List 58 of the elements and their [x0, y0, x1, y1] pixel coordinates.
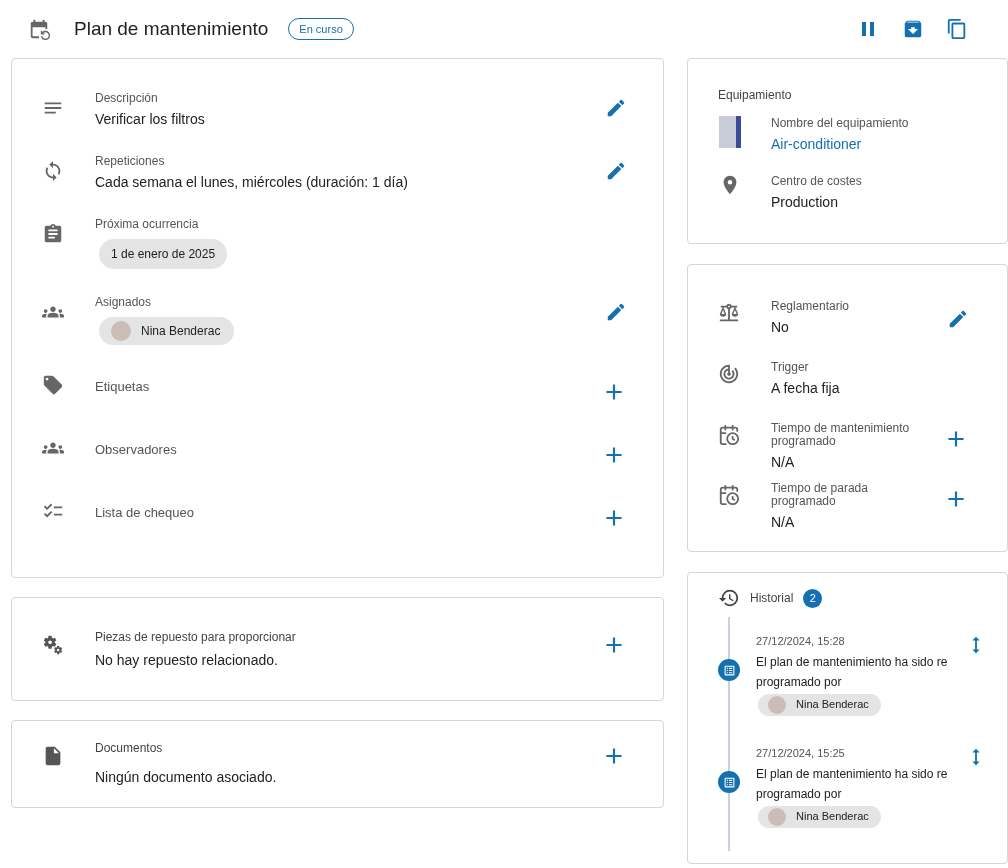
clipboard-icon — [42, 223, 64, 245]
field-label: Observadores — [95, 441, 178, 459]
history-text: El plan de mantenimiento ha sido reprogramado por — [756, 765, 949, 803]
avatar — [768, 695, 786, 714]
pencil-icon — [605, 301, 627, 323]
avatar — [768, 807, 786, 826]
section-label: Documentos — [95, 740, 164, 757]
section-value: No hay repuesto relacionado. — [95, 651, 279, 670]
scale-icon — [718, 302, 740, 324]
field-value: Production — [771, 193, 839, 212]
field-label: Lista de chequeo — [95, 504, 196, 522]
field-value: No — [771, 318, 790, 337]
copy-icon — [946, 18, 968, 40]
timestamp: 27/12/2024, 15:25 — [756, 746, 846, 761]
field-label: Asignados — [95, 294, 153, 311]
pencil-icon — [605, 160, 627, 182]
field-value: A fecha fija — [771, 379, 841, 398]
field-label: Nombre del equipamiento — [771, 115, 909, 132]
field-label: Reglamentario — [771, 300, 851, 313]
copy-button[interactable] — [946, 18, 968, 40]
gears-icon — [42, 634, 64, 656]
field-value: N/A — [771, 513, 796, 532]
field-value: Verificar los filtros — [95, 110, 206, 129]
field-label: Etiquetas — [95, 378, 151, 396]
field-label: Próxima ocurrencia — [95, 216, 200, 233]
tag-icon — [42, 374, 64, 396]
field-label: Tiempo de mantenimiento programado — [771, 422, 911, 448]
history-text: El plan de mantenimiento ha sido reprogramado por — [756, 653, 949, 691]
section-label: Piezas de repuesto para proporcionar — [95, 629, 297, 646]
timestamp: 27/12/2024, 15:28 — [756, 634, 846, 649]
pencil-icon — [947, 308, 969, 330]
field-label: Repeticiones — [95, 153, 166, 170]
calendar-icon — [28, 18, 50, 40]
field-label: Trigger — [771, 361, 810, 374]
user-name: Nina Benderac — [141, 323, 221, 340]
pencil-icon — [605, 97, 627, 119]
archive-button[interactable] — [902, 18, 924, 40]
field-label: Centro de costes — [771, 173, 862, 190]
page-title: Plan de mantenimiento — [74, 16, 269, 41]
archive-icon — [902, 18, 924, 40]
section-title: Historial — [750, 590, 794, 607]
field-label: Tiempo de parada programado — [771, 482, 869, 508]
user-name: Nina Benderac — [796, 697, 869, 713]
history-icon — [718, 587, 740, 609]
field-value: Cada semana el lunes, miércoles (duración: 1 día) — [95, 173, 409, 192]
count-badge: 2 — [803, 588, 823, 608]
avatar — [111, 321, 131, 341]
target-icon — [718, 363, 740, 385]
calendar-clock-icon — [718, 424, 740, 446]
field-label: Descripción — [95, 90, 159, 107]
section-title: Equipamiento — [718, 87, 793, 104]
date-chip: 1 de enero de 2025 — [99, 239, 228, 269]
equipment-photo-placeholder — [719, 116, 741, 148]
user-name: Nina Benderac — [796, 809, 869, 825]
equipment-link[interactable]: Air-conditioner — [771, 134, 909, 155]
calendar-clock-icon — [718, 484, 740, 506]
field-value: N/A — [771, 453, 796, 472]
section-value: Ningún documento asociado. — [95, 768, 278, 787]
